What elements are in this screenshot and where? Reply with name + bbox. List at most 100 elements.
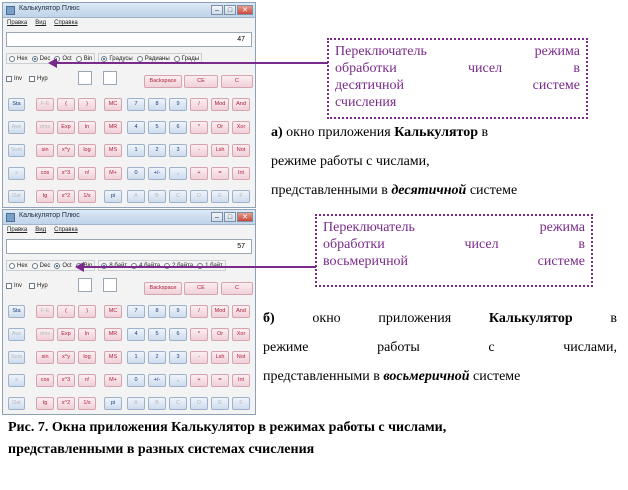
key-sym[interactable]: , — [169, 374, 187, 387]
key-mod[interactable]: Mod — [211, 98, 229, 111]
key-sym[interactable]: + — [190, 374, 208, 387]
radio-hex[interactable]: Hex — [9, 262, 28, 269]
key-e[interactable]: E — [211, 397, 229, 410]
key-x-2[interactable]: x^2 — [57, 190, 75, 203]
key-0[interactable]: 0 — [127, 374, 145, 387]
key-mc[interactable]: MC — [104, 305, 122, 318]
key-sta[interactable]: Sta — [8, 98, 25, 111]
key-3[interactable]: 3 — [169, 144, 187, 157]
key-mr[interactable]: MR — [104, 121, 122, 134]
key-f[interactable]: F — [232, 190, 250, 203]
key-sym[interactable]: ( — [57, 98, 75, 111]
key-sym[interactable]: = — [211, 167, 229, 180]
key-ce[interactable]: CE — [184, 75, 218, 88]
key-sum[interactable]: Sum — [8, 144, 25, 157]
key-log[interactable]: log — [78, 351, 96, 364]
key-pi[interactable]: pi — [104, 190, 122, 203]
key-sin[interactable]: sin — [36, 144, 54, 157]
menu-view[interactable]: Вид — [35, 18, 46, 29]
key-tg[interactable]: tg — [36, 190, 54, 203]
key-int[interactable]: Int — [232, 167, 250, 180]
key-9[interactable]: 9 — [169, 98, 187, 111]
close-button[interactable]: ✕ — [237, 5, 253, 15]
key-8[interactable]: 8 — [148, 98, 166, 111]
key-b[interactable]: B — [148, 190, 166, 203]
key-5[interactable]: 5 — [148, 328, 166, 341]
key-2[interactable]: 2 — [148, 351, 166, 364]
key-ln[interactable]: ln — [78, 328, 96, 341]
radio-hex[interactable]: Hex — [9, 55, 28, 62]
key-mr[interactable]: MR — [104, 328, 122, 341]
key-sym[interactable]: ) — [78, 98, 96, 111]
radio-radians[interactable]: Радианы — [136, 55, 170, 62]
key-sum[interactable]: Sum — [8, 351, 25, 364]
radio-degrees[interactable]: Градусы — [101, 55, 133, 62]
key-e[interactable]: E — [211, 190, 229, 203]
key-ms[interactable]: MS — [104, 144, 122, 157]
key-not[interactable]: Not — [232, 351, 250, 364]
key-8[interactable]: 8 — [148, 305, 166, 318]
key-1[interactable]: 1 — [127, 351, 145, 364]
menu-help[interactable]: Справка — [54, 225, 78, 236]
key-f-e[interactable]: F-E — [36, 305, 54, 318]
key-mod[interactable]: Mod — [211, 305, 229, 318]
key-c[interactable]: C — [221, 282, 253, 295]
key-sym[interactable]: ( — [57, 305, 75, 318]
key-xor[interactable]: Xor — [232, 328, 250, 341]
key-6[interactable]: 6 — [169, 121, 187, 134]
key-5[interactable]: 5 — [148, 121, 166, 134]
key-dat[interactable]: Dat — [8, 397, 25, 410]
key-sym[interactable]: +/- — [148, 374, 166, 387]
key-x-3[interactable]: x^3 — [57, 167, 75, 180]
key-xor[interactable]: Xor — [232, 121, 250, 134]
checkbox-hyp[interactable]: Hyp — [29, 76, 48, 82]
key-backspace[interactable]: Backspace — [144, 75, 182, 88]
key-and[interactable]: And — [232, 305, 250, 318]
key-4[interactable]: 4 — [127, 121, 145, 134]
key-c[interactable]: C — [169, 397, 187, 410]
checkbox-inv[interactable]: Inv — [6, 283, 22, 289]
key-exp[interactable]: Exp — [57, 121, 75, 134]
maximize-button[interactable]: □ — [224, 5, 236, 15]
key-tg[interactable]: tg — [36, 397, 54, 410]
key-sym[interactable]: - — [190, 351, 208, 364]
key-ave[interactable]: Ave — [8, 121, 25, 134]
minimize-button[interactable]: – — [211, 5, 223, 15]
key-x-3[interactable]: x^3 — [57, 374, 75, 387]
menu-view[interactable]: Вид — [35, 225, 46, 236]
radio-dec[interactable]: Dec — [31, 262, 50, 269]
key-sym[interactable]: +/- — [148, 167, 166, 180]
key-log[interactable]: log — [78, 144, 96, 157]
key-s[interactable]: s — [8, 167, 25, 180]
key-d[interactable]: D — [190, 190, 208, 203]
key-or[interactable]: Or — [211, 121, 229, 134]
key-1[interactable]: 1 — [127, 144, 145, 157]
key-pi[interactable]: pi — [104, 397, 122, 410]
key-s[interactable]: s — [8, 374, 25, 387]
key-mc[interactable]: MC — [104, 98, 122, 111]
key-exp[interactable]: Exp — [57, 328, 75, 341]
key-a[interactable]: A — [127, 190, 145, 203]
key-backspace[interactable]: Backspace — [144, 282, 182, 295]
key-dat[interactable]: Dat — [8, 190, 25, 203]
key-and[interactable]: And — [232, 98, 250, 111]
menu-edit[interactable]: Правка — [7, 18, 27, 29]
key-sin[interactable]: sin — [36, 351, 54, 364]
key-f[interactable]: F — [232, 397, 250, 410]
key-7[interactable]: 7 — [127, 98, 145, 111]
key-cos[interactable]: cos — [36, 374, 54, 387]
key-sym[interactable]: , — [169, 167, 187, 180]
key-sym[interactable]: - — [190, 144, 208, 157]
key-sym[interactable]: ) — [78, 305, 96, 318]
key-m[interactable]: M+ — [104, 374, 122, 387]
key-sym[interactable]: + — [190, 167, 208, 180]
key-sym[interactable]: * — [190, 121, 208, 134]
key-d[interactable]: D — [190, 397, 208, 410]
menu-edit[interactable]: Правка — [7, 225, 27, 236]
key-4[interactable]: 4 — [127, 328, 145, 341]
key-2[interactable]: 2 — [148, 144, 166, 157]
key-c[interactable]: C — [221, 75, 253, 88]
key-dms[interactable]: dms — [36, 121, 54, 134]
key-x-2[interactable]: x^2 — [57, 397, 75, 410]
menu-help[interactable]: Справка — [54, 18, 78, 29]
